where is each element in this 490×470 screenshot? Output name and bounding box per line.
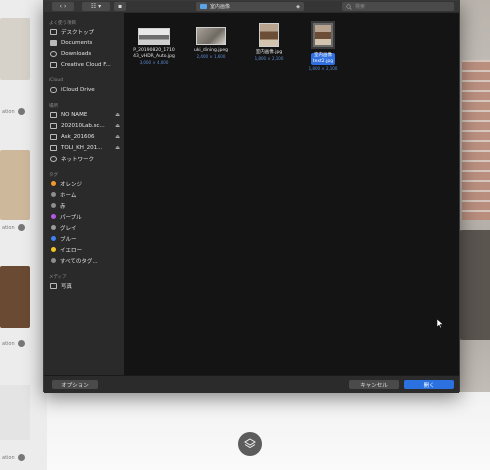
sidebar-tag-all[interactable]: すべてのタグ... — [44, 255, 124, 266]
background-item-meta: ation — [2, 454, 25, 461]
file-item[interactable]: 室内画像.jpg 1,800 × 2,100 — [244, 21, 294, 61]
background-item-meta: ation — [2, 340, 25, 347]
tag-dot-icon — [51, 192, 56, 197]
dialog-toolbar: ‹ › ☷ ▾ ▪ 室内画像 ◆ 検索 — [44, 1, 459, 13]
search-placeholder: 検索 — [355, 4, 366, 10]
globe-icon — [50, 155, 57, 162]
tag-dot-icon — [51, 214, 56, 219]
location-label: 室内画像 — [210, 4, 231, 10]
info-icon[interactable] — [17, 340, 25, 347]
new-folder-button[interactable]: ▪ — [114, 2, 126, 11]
sidebar-tag-orange[interactable]: オレンジ — [44, 178, 124, 189]
eject-icon[interactable]: ⏏ — [115, 145, 120, 151]
view-mode-button[interactable]: ☷ ▾ — [82, 2, 110, 11]
background-app-sidebar: ation ation ation ation — [0, 0, 47, 470]
eject-icon[interactable]: ⏏ — [115, 123, 120, 129]
layers-icon — [244, 438, 256, 449]
info-icon[interactable] — [17, 108, 25, 115]
sidebar-item-location[interactable]: NO NAME ⏏ — [44, 109, 124, 120]
background-thumbnail[interactable] — [0, 150, 30, 220]
info-icon[interactable] — [17, 454, 25, 461]
drive-icon — [50, 144, 57, 151]
sidebar-header-locations: 場所 — [49, 104, 58, 109]
sidebar-item-location[interactable]: Ask_201606 ⏏ — [44, 131, 124, 142]
sidebar-item-downloads[interactable]: Downloads — [44, 48, 124, 59]
open-button[interactable]: 開く — [404, 380, 454, 389]
sidebar-item-location[interactable]: TOLI_KH_201... ⏏ — [44, 142, 124, 153]
sidebar-header-icloud: iCloud — [49, 78, 64, 83]
background-brick-wall — [462, 60, 490, 220]
desktop-icon — [50, 28, 57, 35]
file-dimensions: 1,800 × 2,100 — [308, 66, 338, 71]
search-field[interactable]: 検索 — [342, 2, 454, 11]
tag-dot-icon — [51, 181, 56, 186]
tag-dot-icon — [51, 236, 56, 241]
background-thumbnail[interactable] — [0, 385, 30, 440]
sidebar-item-creative-cloud[interactable]: Creative Cloud F... — [44, 59, 124, 70]
background-item-meta: ation — [2, 108, 25, 115]
sidebar-header-tags: タグ — [49, 173, 58, 178]
sidebar-item-location[interactable]: 202010Lab.sc... ⏏ — [44, 120, 124, 131]
cloud-folder-icon — [50, 61, 57, 68]
sidebar-tag-purple[interactable]: パープル — [44, 211, 124, 222]
options-button[interactable]: オプション — [52, 380, 98, 389]
download-icon — [50, 50, 57, 57]
file-item-selected[interactable]: 室内画像 text2.jpg 1,800 × 2,100 — [298, 21, 348, 71]
sidebar-tag-home[interactable]: ホーム — [44, 189, 124, 200]
sidebar-header-media: メディア — [49, 275, 67, 280]
file-dimensions: 1,800 × 2,100 — [254, 56, 284, 61]
file-open-dialog: ‹ › ☷ ▾ ▪ 室内画像 ◆ 検索 よく使う項目 デスクトップ Docume… — [43, 0, 460, 393]
drive-icon — [50, 122, 57, 129]
drive-icon — [50, 111, 57, 118]
cloud-icon — [50, 86, 57, 93]
sidebar-item-documents[interactable]: Documents — [44, 37, 124, 48]
sidebar-tag-red[interactable]: 赤 — [44, 200, 124, 211]
dialog-sidebar: よく使う項目 デスクトップ Documents Downloads Creati… — [44, 13, 124, 375]
dialog-footer: オプション キャンセル 開く — [44, 375, 459, 393]
sidebar-item-icloud-drive[interactable]: iCloud Drive — [44, 84, 124, 95]
info-icon[interactable] — [17, 224, 25, 231]
tag-dot-icon — [51, 203, 56, 208]
mouse-cursor-icon — [437, 319, 443, 328]
file-item[interactable]: uki_dining.jpeg 2,400 × 1,600 — [186, 21, 236, 59]
sidebar-header-favorites: よく使う項目 — [49, 21, 76, 26]
background-item-meta: ation — [2, 224, 25, 231]
drive-icon — [50, 133, 57, 140]
file-item[interactable]: P_20190820_1710 43_vHDR_Auto.jpg 3,000 ×… — [129, 21, 179, 65]
tag-dot-icon — [51, 258, 56, 263]
tag-dot-icon — [51, 225, 56, 230]
file-thumbnail — [259, 23, 279, 47]
sidebar-item-desktop[interactable]: デスクトップ — [44, 26, 124, 37]
sidebar-tag-gray[interactable]: グレイ — [44, 222, 124, 233]
layers-button[interactable] — [238, 432, 262, 456]
background-thumbnail[interactable] — [0, 18, 30, 80]
file-dimensions: 3,000 × 4,000 — [139, 60, 169, 65]
location-popup[interactable]: 室内画像 ◆ — [196, 2, 304, 11]
search-icon — [346, 3, 352, 10]
cancel-button[interactable]: キャンセル — [349, 380, 399, 389]
file-name: P_20190820_1710 43_vHDR_Auto.jpg — [133, 48, 175, 59]
file-thumbnail — [313, 23, 333, 47]
file-thumbnail — [138, 28, 170, 45]
tag-dot-icon — [51, 247, 56, 252]
chevron-updown-icon: ◆ — [296, 3, 300, 10]
document-icon — [50, 39, 57, 46]
sidebar-item-photos[interactable]: 写真 — [44, 280, 124, 291]
background-floor — [47, 392, 490, 470]
sidebar-tag-blue[interactable]: ブルー — [44, 233, 124, 244]
background-sofa — [455, 230, 490, 340]
file-dimensions: 2,400 × 1,600 — [196, 54, 226, 59]
photos-icon — [50, 282, 57, 289]
eject-icon[interactable]: ⏏ — [115, 134, 120, 140]
file-thumbnail — [196, 27, 226, 45]
folder-icon — [200, 4, 207, 9]
sidebar-item-network[interactable]: ネットワーク — [44, 153, 124, 164]
sidebar-tag-yellow[interactable]: イエロー — [44, 244, 124, 255]
back-forward-buttons[interactable]: ‹ › — [52, 2, 74, 11]
file-name: 室内画像 text2.jpg — [310, 53, 336, 65]
eject-icon[interactable]: ⏏ — [115, 112, 120, 118]
background-thumbnail[interactable] — [0, 266, 30, 328]
file-browser: P_20190820_1710 43_vHDR_Auto.jpg 3,000 ×… — [124, 13, 459, 375]
